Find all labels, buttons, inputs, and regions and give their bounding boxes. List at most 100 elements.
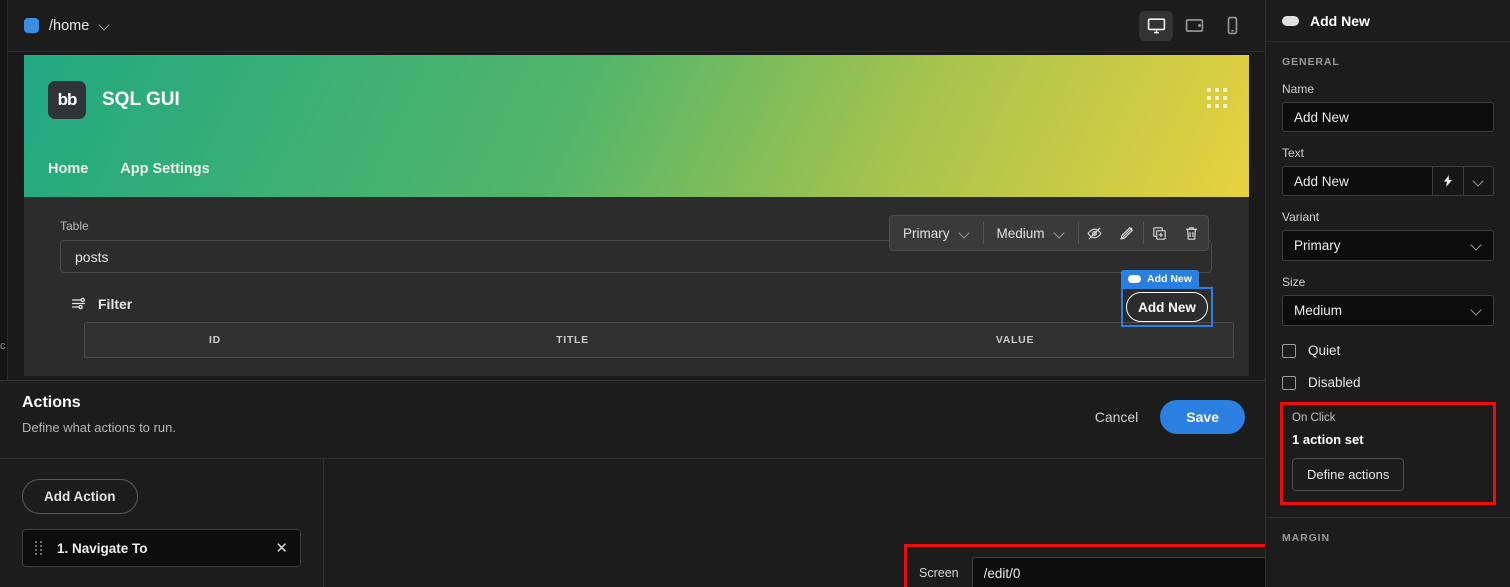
- screen-color-dot: [24, 18, 39, 33]
- button-component-icon: [1128, 274, 1141, 283]
- toolbar-hide-button[interactable]: [1079, 216, 1111, 250]
- on-click-value: 1 action set: [1292, 432, 1364, 447]
- toolbar-duplicate-button[interactable]: [1144, 216, 1176, 250]
- action-list-item[interactable]: 1. Navigate To ✕: [22, 529, 301, 567]
- app-title: SQL GUI: [102, 89, 180, 110]
- device-preview-switcher: [1139, 10, 1249, 41]
- action-list-pane: Add Action 1. Navigate To ✕: [0, 459, 324, 587]
- device-mobile-button[interactable]: [1215, 11, 1249, 41]
- define-actions-button[interactable]: Define actions: [1292, 458, 1405, 491]
- app-nav-item-app-settings[interactable]: App Settings: [120, 161, 209, 177]
- chevron-down-icon: [1471, 305, 1482, 316]
- actions-drawer-buttons: Cancel Save: [1095, 400, 1245, 434]
- tablet-icon: [1185, 19, 1203, 32]
- size-select[interactable]: Medium: [1282, 295, 1494, 326]
- trash-icon: [1185, 226, 1198, 240]
- button-component-icon: [1282, 15, 1299, 26]
- column-header-value: VALUE: [995, 334, 1035, 346]
- toolbar-size-value: Medium: [996, 225, 1045, 241]
- settings-panel-title: Add New: [1310, 12, 1370, 29]
- device-tablet-button[interactable]: [1177, 11, 1211, 41]
- name-input[interactable]: Add New: [1282, 102, 1494, 132]
- selection-tag: Add New: [1121, 270, 1199, 287]
- screen-input-group: [971, 557, 1305, 587]
- size-field-label: Size: [1282, 275, 1306, 289]
- eye-off-icon: [1087, 226, 1102, 240]
- column-header-id: ID: [209, 334, 221, 346]
- chevron-down-icon: [1054, 228, 1065, 239]
- builder-topbar: /home: [8, 0, 1265, 52]
- selection-outline: Add New: [1121, 287, 1213, 327]
- pen-slash-icon: [1120, 226, 1134, 240]
- chevron-down-icon: [959, 228, 970, 239]
- toolbar-delete-button[interactable]: [1176, 216, 1208, 250]
- duplicate-icon: [1153, 226, 1166, 240]
- size-select-value: Medium: [1294, 303, 1343, 318]
- add-new-button[interactable]: Add New: [1126, 292, 1208, 322]
- app-nav: Home App Settings: [48, 161, 1225, 177]
- app-root: c /home bb SQL GUI Home App Settings Tab…: [0, 0, 1510, 587]
- component-toolbar: Primary Medium: [889, 215, 1209, 251]
- chevron-down-icon: [1471, 240, 1482, 251]
- on-click-label: On Click: [1292, 412, 1336, 424]
- variant-select[interactable]: Primary: [1282, 230, 1494, 261]
- drag-handle-icon[interactable]: [35, 541, 42, 555]
- toolbar-variant-select[interactable]: Primary: [890, 226, 983, 241]
- screen-field-label: Screen: [919, 566, 959, 580]
- quiet-checkbox[interactable]: [1282, 343, 1296, 358]
- section-heading-margin: MARGIN: [1282, 532, 1330, 544]
- variant-select-value: Primary: [1294, 238, 1341, 253]
- filter-sliders-icon: [72, 297, 85, 310]
- disabled-label: Disabled: [1308, 375, 1361, 390]
- budibase-logo: bb: [48, 81, 86, 119]
- data-table-header-row: ID TITLE VALUE: [84, 322, 1234, 358]
- desktop-icon: [1147, 18, 1165, 34]
- app-nav-item-home[interactable]: Home: [48, 161, 88, 177]
- text-field-label: Text: [1282, 146, 1305, 160]
- actions-drawer: Actions Define what actions to run. Canc…: [0, 380, 1334, 587]
- device-desktop-button[interactable]: [1139, 10, 1173, 41]
- name-field-label: Name: [1282, 82, 1315, 96]
- filter-button-label: Filter: [98, 295, 133, 312]
- screen-name-label: /home: [49, 17, 90, 34]
- add-action-button[interactable]: Add Action: [22, 479, 138, 514]
- text-binding-button[interactable]: [1432, 166, 1463, 196]
- text-input-group: Add New: [1282, 166, 1494, 196]
- sidebar-sliver-glyph: c: [0, 340, 6, 352]
- mobile-icon: [1227, 16, 1237, 35]
- quiet-label: Quiet: [1308, 343, 1341, 358]
- text-options-button[interactable]: [1463, 166, 1494, 196]
- screen-field-row: Screen: [919, 557, 1319, 587]
- save-button[interactable]: Save: [1160, 400, 1245, 434]
- action-list-item-label: 1. Navigate To: [57, 540, 148, 556]
- disabled-checkbox[interactable]: [1282, 375, 1296, 390]
- actions-drawer-subtitle: Define what actions to run.: [22, 420, 176, 435]
- selection-tag-label: Add New: [1147, 272, 1192, 285]
- lightning-bolt-icon: [1443, 175, 1453, 187]
- settings-panel: Add New GENERAL Name Add New Text Add Ne…: [1265, 0, 1510, 587]
- text-input[interactable]: Add New: [1282, 166, 1432, 196]
- app-brand-row: bb SQL GUI: [48, 81, 1225, 119]
- close-icon[interactable]: ✕: [275, 539, 288, 557]
- grid-dots-icon[interactable]: [1207, 88, 1227, 108]
- settings-panel-header: Add New: [1266, 0, 1510, 42]
- actions-drawer-body: Add Action 1. Navigate To ✕ Screen /edit…: [0, 458, 1334, 587]
- chevron-down-icon: [1473, 176, 1484, 187]
- toolbar-variant-value: Primary: [903, 225, 950, 241]
- chevron-down-icon: [99, 20, 110, 31]
- screen-selector[interactable]: /home: [24, 18, 110, 34]
- screen-input[interactable]: [972, 558, 1271, 587]
- collapsed-sidebar-sliver: c: [0, 0, 8, 380]
- quiet-checkbox-row[interactable]: Quiet: [1266, 326, 1510, 358]
- toolbar-size-select[interactable]: Medium: [984, 226, 1078, 241]
- on-click-annotation: On Click 1 action set Define actions: [1280, 402, 1496, 505]
- filter-button[interactable]: Filter: [60, 289, 142, 318]
- section-heading-general: GENERAL: [1282, 56, 1340, 68]
- actions-drawer-title: Actions: [22, 394, 81, 411]
- column-header-title: TITLE: [556, 334, 589, 346]
- disabled-checkbox-row[interactable]: Disabled: [1266, 358, 1510, 390]
- cancel-button[interactable]: Cancel: [1095, 409, 1139, 425]
- action-detail-pane: Screen Open screen in modal: [324, 459, 1334, 587]
- toolbar-no-edit-button[interactable]: [1111, 216, 1143, 250]
- app-header: bb SQL GUI Home App Settings: [24, 55, 1249, 197]
